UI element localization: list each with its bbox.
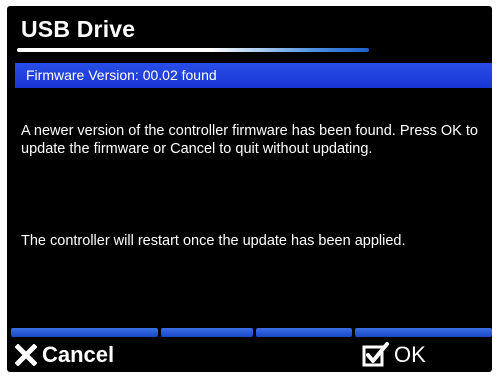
cancel-label: Cancel [42,342,115,367]
checkbox-check-icon [362,342,390,368]
update-message: A newer version of the controller firmwa… [21,123,478,157]
title-underline [17,48,369,52]
softkey-4[interactable] [355,328,492,337]
softkey-bar [7,328,492,337]
firmware-version-banner: Firmware Version: 00.02 found [15,63,492,88]
ok-button[interactable]: OK [362,340,426,370]
ok-label: OK [394,342,426,367]
close-x-icon [15,344,37,366]
cancel-button[interactable]: Cancel [15,340,114,370]
restart-message: The controller will restart once the upd… [21,233,406,249]
softkey-3[interactable] [256,328,352,337]
softkey-2[interactable] [161,328,253,337]
device-screen: USB Drive Firmware Version: 00.02 found … [7,6,492,372]
dialog-title: USB Drive [21,16,136,42]
softkey-1[interactable] [11,328,158,337]
firmware-version-text: Firmware Version: 00.02 found [26,67,217,83]
